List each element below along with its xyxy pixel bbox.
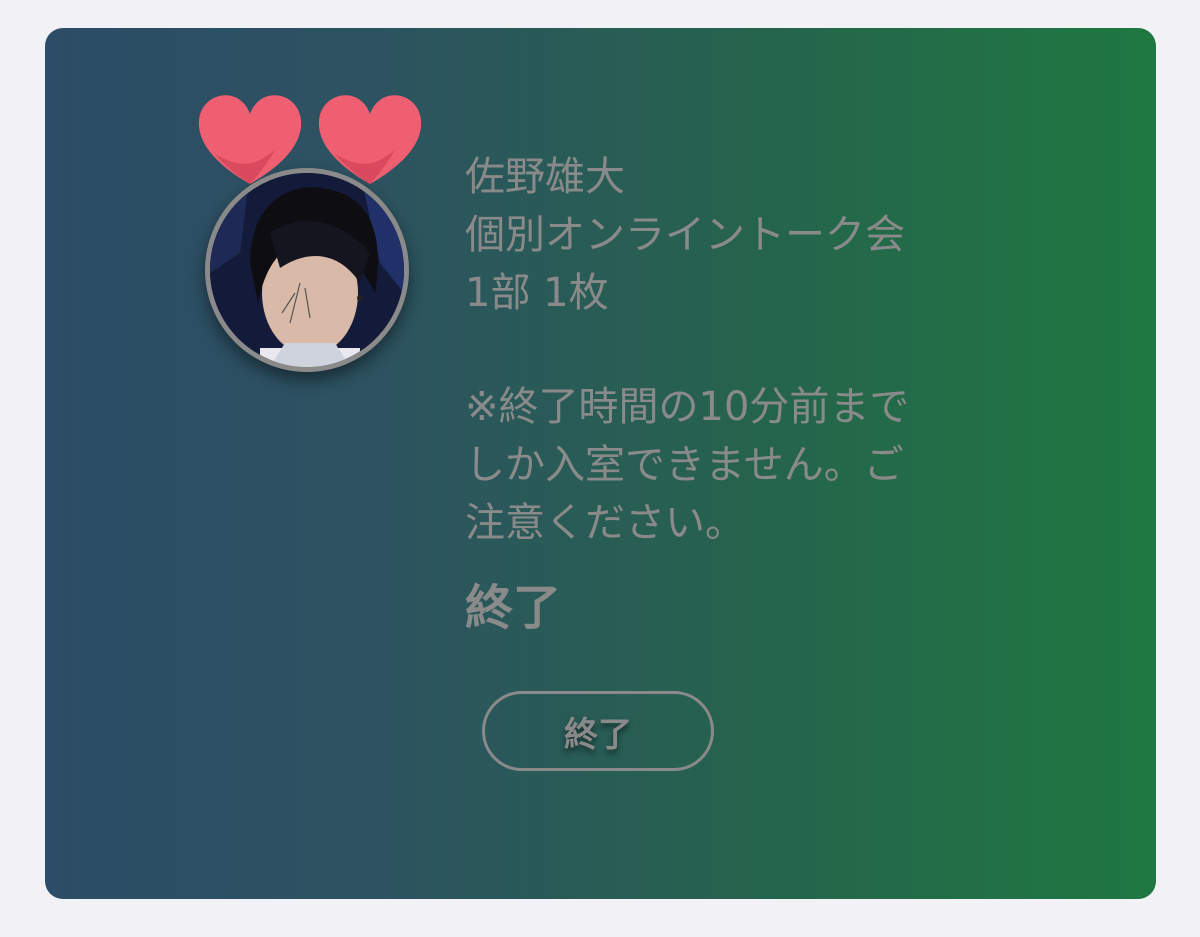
entry-notice: ※終了時間の10分前まで しか入室できません。ご 注意ください。 [465,378,1025,552]
notice-line: ※終了時間の10分前まで [465,384,910,430]
heart-icon [195,84,305,194]
status-label: 終了 [465,580,562,636]
avatar [205,168,409,372]
end-button[interactable]: 終了 [482,691,714,771]
artist-name: 佐野雄大 [465,154,625,200]
event-card: 佐野雄大 個別オンライントーク会 1部 1枚 ※終了時間の10分前まで しか入室… [45,28,1156,899]
event-title: 個別オンライントーク会 [465,212,905,258]
avatar-photo [210,173,404,367]
event-info: 佐野雄大 個別オンライントーク会 1部 1枚 [465,148,1025,322]
heart-icon [315,84,425,194]
notice-line: しか入室できません。ご [465,442,904,488]
ticket-info: 1部 1枚 [465,270,609,316]
portrait-illustration [210,173,404,367]
notice-line: 注意ください。 [465,500,745,546]
